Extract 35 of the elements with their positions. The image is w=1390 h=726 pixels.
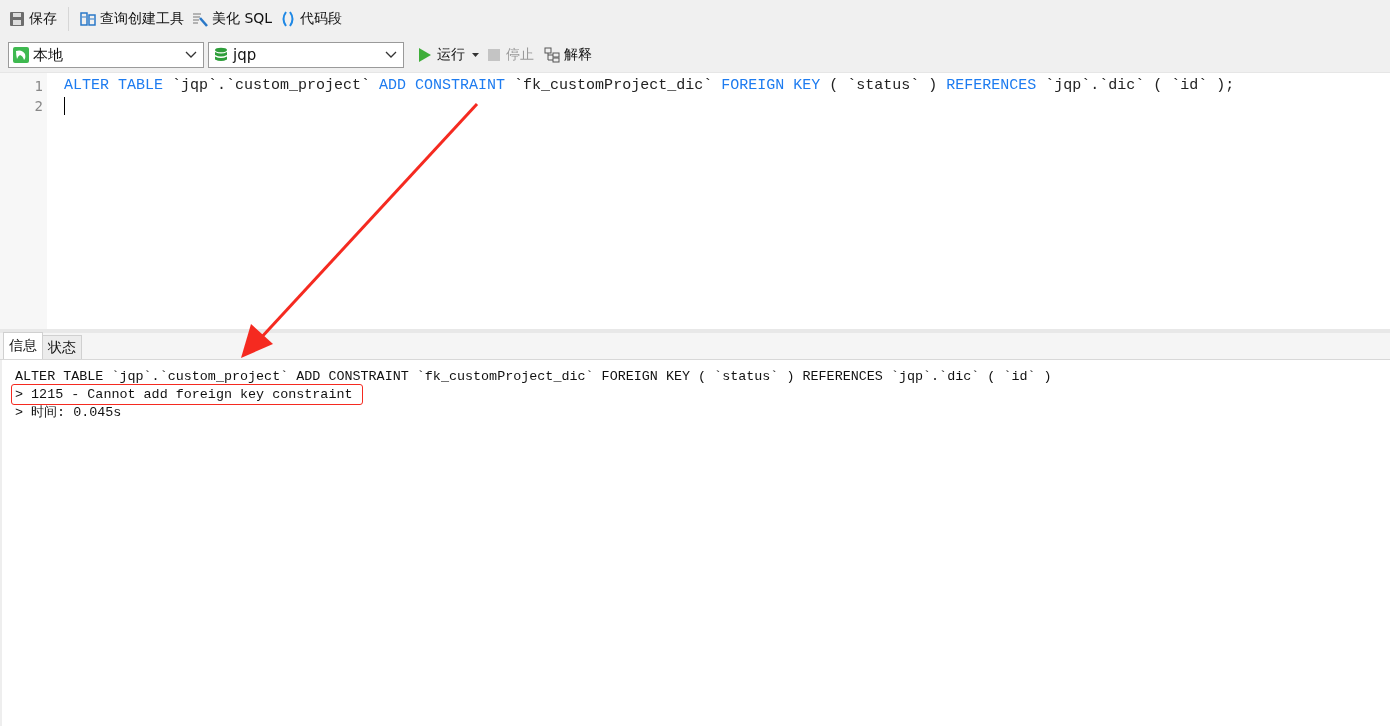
chevron-down-icon xyxy=(385,51,397,59)
stop-icon xyxy=(486,47,502,63)
sql-text: ( `status` ) xyxy=(829,76,938,96)
select-value: 本地 xyxy=(33,45,64,65)
result-tab[interactable]: 状态 xyxy=(42,335,82,359)
sql-keyword: ADD CONSTRAINT xyxy=(379,76,506,96)
select-value: jqp xyxy=(233,46,258,64)
message-line: > 时间: 0.045s xyxy=(15,405,122,420)
message-line: ALTER TABLE `jqp`.`custom_project` ADD CONSTRAINT `fk_customProject_dic` FOREIGN KEY ( `status` ) REFERENCES `jqp`.`dic` ( `id` ) xyxy=(15,369,1052,384)
sql-text: `fk_customProject_dic` xyxy=(514,76,713,96)
sql-keyword: ALTER TABLE xyxy=(64,76,164,96)
result-tab[interactable]: 信息 xyxy=(3,332,43,359)
message-line: > 1215 - Cannot add foreign key constraint xyxy=(15,387,353,402)
database-icon xyxy=(213,47,229,63)
table-builder-icon xyxy=(80,11,96,27)
sql-keyword: FOREIGN KEY xyxy=(721,76,821,96)
sql-text: `jqp`.`custom_project` xyxy=(172,76,371,96)
beautify-button[interactable]: 美化 SQL xyxy=(189,8,276,30)
sql-text: `jqp`.`dic` ( `id` ); xyxy=(1045,76,1235,96)
chevron-down-icon xyxy=(185,51,197,59)
snippet-button[interactable]: 代码段 xyxy=(277,8,346,30)
connection-select[interactable]: 本地 xyxy=(8,42,204,68)
builder-button[interactable]: 查询创建工具 xyxy=(77,8,187,30)
save-icon xyxy=(9,11,25,27)
database-select[interactable]: jqp xyxy=(208,42,404,68)
line-number: 1 xyxy=(33,77,43,96)
text-pen-icon xyxy=(192,11,208,27)
explain-button[interactable]: 解释 xyxy=(541,44,595,66)
dropdown-caret-icon xyxy=(472,53,479,57)
save-button[interactable]: 保存 xyxy=(6,8,60,30)
play-icon xyxy=(417,47,433,63)
sql-keyword: REFERENCES xyxy=(946,76,1037,96)
line-number: 2 xyxy=(33,97,43,116)
diagram-icon xyxy=(544,47,560,63)
run-button[interactable]: 运行 xyxy=(414,44,468,66)
